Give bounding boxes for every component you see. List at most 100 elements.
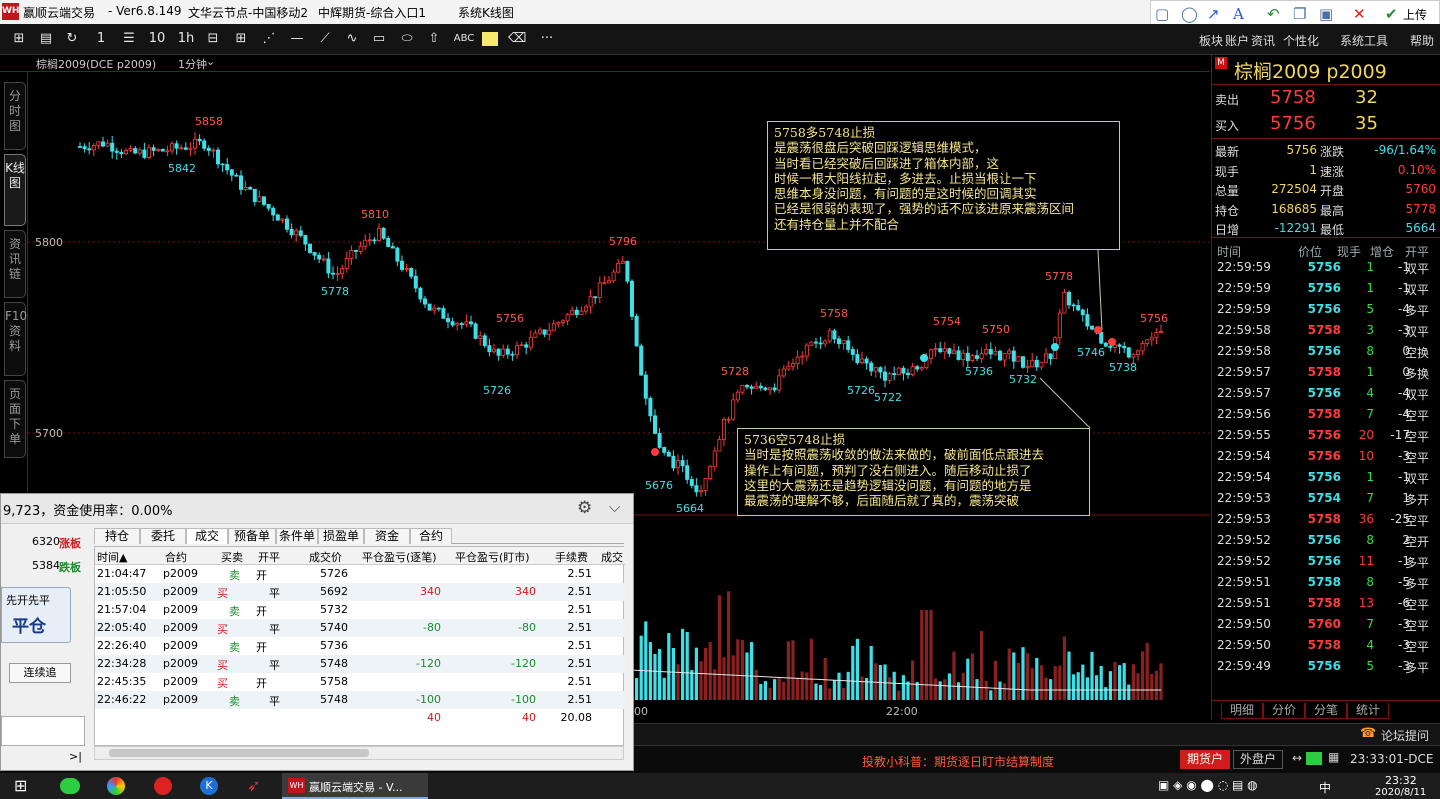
forum-link[interactable]: 论坛提问: [1381, 727, 1429, 744]
menu-item-help[interactable]: 帮助: [1410, 32, 1434, 49]
app-red-icon[interactable]: [154, 777, 172, 795]
candle: [814, 337, 819, 349]
tray-icons[interactable]: ▣ ◈ ◉ ⬤ ◌ ▤ ◍: [1158, 778, 1258, 792]
table-row[interactable]: 21:57:04 p2009 卖 开 5732 2.51: [95, 601, 625, 619]
tab-contracts[interactable]: 合约: [410, 528, 452, 544]
volume-bar: [690, 670, 694, 700]
deal-row[interactable]: 22:59:59 5756 1 -1 双平: [1212, 278, 1440, 299]
deal-row[interactable]: 22:59:55 5756 20 -17 空平: [1212, 425, 1440, 446]
ask-row[interactable]: 卖出 5758 32: [1212, 86, 1440, 112]
deal-row[interactable]: 22:59:52 5756 8 2 空开: [1212, 530, 1440, 551]
table-row[interactable]: 21:04:47 p2009 卖 开 5726 2.51: [95, 565, 625, 583]
forum-icon[interactable]: ☎: [1360, 726, 1376, 741]
deal-row[interactable]: 22:59:52 5756 11 -1 多平: [1212, 551, 1440, 572]
tab-positions[interactable]: 持仓: [94, 528, 140, 544]
tab-ticks[interactable]: 分笔: [1305, 703, 1347, 719]
close-position-button[interactable]: 平仓: [12, 612, 46, 637]
horizontal-scrollbar[interactable]: [94, 746, 624, 760]
deal-cell: 5756: [1307, 470, 1341, 484]
deal-row[interactable]: 22:59:57 5756 4 -4 双平: [1212, 383, 1440, 404]
taskbar-active-app[interactable]: WH 赢顺云端交易 - V...: [282, 773, 428, 799]
deal-row[interactable]: 22:59:53 5754 7 1 多开: [1212, 488, 1440, 509]
check-icon[interactable]: ✔: [1385, 4, 1398, 24]
table-row[interactable]: 22:45:35 p2009 买 开 5758 2.51: [95, 673, 625, 691]
menu-item-system-tools[interactable]: 系统工具: [1340, 32, 1388, 49]
tab-orders[interactable]: 委托: [140, 528, 186, 544]
external-account-button[interactable]: 外盘户: [1233, 750, 1283, 769]
deal-row[interactable]: 22:59:54 5756 1 -1 双平: [1212, 467, 1440, 488]
scrollbar-thumb[interactable]: [109, 749, 369, 757]
k-app-icon[interactable]: K: [200, 777, 218, 795]
candle: [607, 276, 612, 284]
deal-row[interactable]: 22:59:51 5758 13 -6 空平: [1212, 593, 1440, 614]
menu-item-personalize[interactable]: 个性化: [1283, 32, 1319, 49]
chase-order-button[interactable]: 连续追: [9, 663, 71, 683]
open-close-mode[interactable]: 先开先平: [6, 592, 50, 608]
windows-start-icon[interactable]: ⊞: [14, 776, 27, 795]
tab-stats[interactable]: 统计: [1347, 703, 1389, 719]
copy-icon[interactable]: ❐: [1293, 4, 1306, 24]
undo-icon[interactable]: ↶: [1267, 4, 1280, 24]
tab-conditional[interactable]: 条件单: [276, 528, 318, 544]
deal-cell: 22:59:50: [1217, 617, 1271, 631]
stat-cell: 最低: [1320, 223, 1345, 237]
volume-bar: [828, 688, 832, 700]
wechat-icon[interactable]: [60, 778, 80, 794]
col-kp-header[interactable]: 开平: [258, 549, 280, 565]
ime-indicator[interactable]: 中: [1319, 779, 1331, 796]
text-icon[interactable]: A: [1233, 4, 1244, 24]
upload-button[interactable]: 上传: [1403, 5, 1427, 25]
col-contract-header[interactable]: 合约: [165, 549, 187, 565]
nav-last-icon[interactable]: >|: [69, 750, 82, 763]
futures-account-button[interactable]: 期货户: [1180, 750, 1230, 769]
col-pl1-header[interactable]: 平仓盈亏(逐笔): [362, 549, 437, 565]
link-icon[interactable]: ↔: [1292, 751, 1302, 765]
deal-row[interactable]: 22:59:53 5758 36 -25 空平: [1212, 509, 1440, 530]
col-price-header[interactable]: 成交价: [309, 549, 342, 565]
deal-row[interactable]: 22:59:58 5756 8 0 空换: [1212, 341, 1440, 362]
table-row[interactable]: 22:34:28 p2009 买 平 5748 -120 -120 2.51: [95, 655, 625, 673]
col-fee-header[interactable]: 手续费: [555, 549, 588, 565]
collapse-icon[interactable]: ⌵: [609, 498, 620, 516]
volume-bar: [1044, 677, 1048, 700]
bid-row[interactable]: 买入 5756 35: [1212, 112, 1440, 138]
save-icon[interactable]: ▣: [1319, 4, 1333, 24]
settings-icon[interactable]: ⚙: [577, 498, 592, 518]
deal-row[interactable]: 22:59:50 5760 7 -3 空平: [1212, 614, 1440, 635]
deal-row[interactable]: 22:59:59 5756 1 -1 双平: [1212, 257, 1440, 278]
deal-row[interactable]: 22:59:54 5756 10 -3 空平: [1212, 446, 1440, 467]
menu-item-account[interactable]: 账户: [1225, 32, 1249, 49]
tab-price-dist[interactable]: 分价: [1263, 703, 1305, 719]
order-input[interactable]: [1, 716, 85, 746]
table-row[interactable]: 22:05:40 p2009 买 平 5740 -80 -80 2.51: [95, 619, 625, 637]
tab-detail[interactable]: 明细: [1221, 703, 1263, 719]
browser-icon[interactable]: [107, 777, 125, 795]
deal-row[interactable]: 22:59:50 5758 4 -3 空平: [1212, 635, 1440, 656]
table-row[interactable]: 22:46:22 p2009 卖 平 5748 -100 -100 2.51: [95, 691, 625, 709]
bird-app-icon[interactable]: ➶: [247, 776, 260, 795]
table-row[interactable]: 22:26:40 p2009 卖 开 5736 2.51: [95, 637, 625, 655]
tab-fills[interactable]: 成交: [186, 528, 228, 544]
col-side-header[interactable]: 买卖: [221, 549, 243, 565]
deal-row[interactable]: 22:59:56 5758 7 -4 空平: [1212, 404, 1440, 425]
candle: [620, 256, 625, 264]
deal-row[interactable]: 22:59:59 5756 5 -4 多平: [1212, 299, 1440, 320]
col-pl2-header[interactable]: 平仓盈亏(盯市): [455, 549, 530, 565]
deal-row[interactable]: 22:59:49 5756 5 -3 多平: [1212, 656, 1440, 677]
deal-row[interactable]: 22:59:57 5758 1 0 多换: [1212, 362, 1440, 383]
tab-funds[interactable]: 资金: [364, 528, 410, 544]
col-time-header[interactable]: 时间▲: [97, 549, 127, 565]
edu-tip[interactable]: 投教小科普：期货逐日盯市结算制度: [862, 753, 1054, 770]
tab-prepared[interactable]: 预备单: [228, 528, 276, 544]
candle: [156, 148, 161, 153]
tab-stop-profit[interactable]: 损盈单: [318, 528, 364, 544]
menu-item-news[interactable]: 资讯: [1251, 32, 1275, 49]
close-position-box[interactable]: 先开先平 平仓: [1, 587, 71, 643]
table-row[interactable]: 21:05:50 p2009 买 平 5692 340 340 2.51: [95, 583, 625, 601]
col-fill-header[interactable]: 成交: [601, 549, 623, 565]
price-mark-label: 5746: [1077, 346, 1105, 359]
close-icon[interactable]: ✕: [1353, 4, 1366, 24]
deal-row[interactable]: 22:59:51 5758 8 -5 多平: [1212, 572, 1440, 593]
chart-icon[interactable]: ▦: [1328, 750, 1339, 764]
deal-row[interactable]: 22:59:58 5758 3 -3 双平: [1212, 320, 1440, 341]
